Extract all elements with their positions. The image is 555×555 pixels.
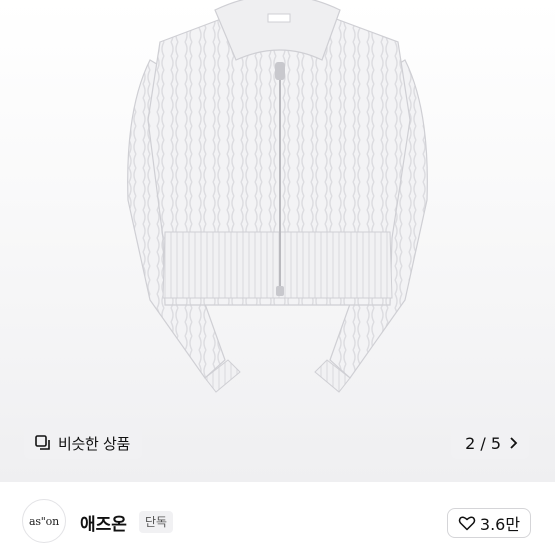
product-image[interactable]: 비슷한 상품 2 / 5 <box>0 0 555 482</box>
seller-avatar-logo: as"on <box>29 514 59 528</box>
similar-items-button[interactable]: 비슷한 상품 <box>24 427 142 459</box>
image-pager-count: 2 / 5 <box>465 433 501 453</box>
like-count: 3.6만 <box>479 515 521 534</box>
exclusive-badge: 단독 <box>139 511 174 533</box>
heart-outline-icon <box>458 516 476 531</box>
image-pager[interactable]: 2 / 5 <box>451 427 529 459</box>
similar-items-label: 비슷한 상품 <box>58 434 130 453</box>
cardigan-image <box>127 0 428 393</box>
like-button[interactable]: 3.6만 <box>447 508 531 538</box>
seller-avatar[interactable]: as"on <box>22 499 66 543</box>
chevron-right-icon <box>510 437 518 449</box>
similar-items-icon <box>35 435 50 450</box>
seller-name[interactable]: 애즈온 <box>80 510 127 535</box>
